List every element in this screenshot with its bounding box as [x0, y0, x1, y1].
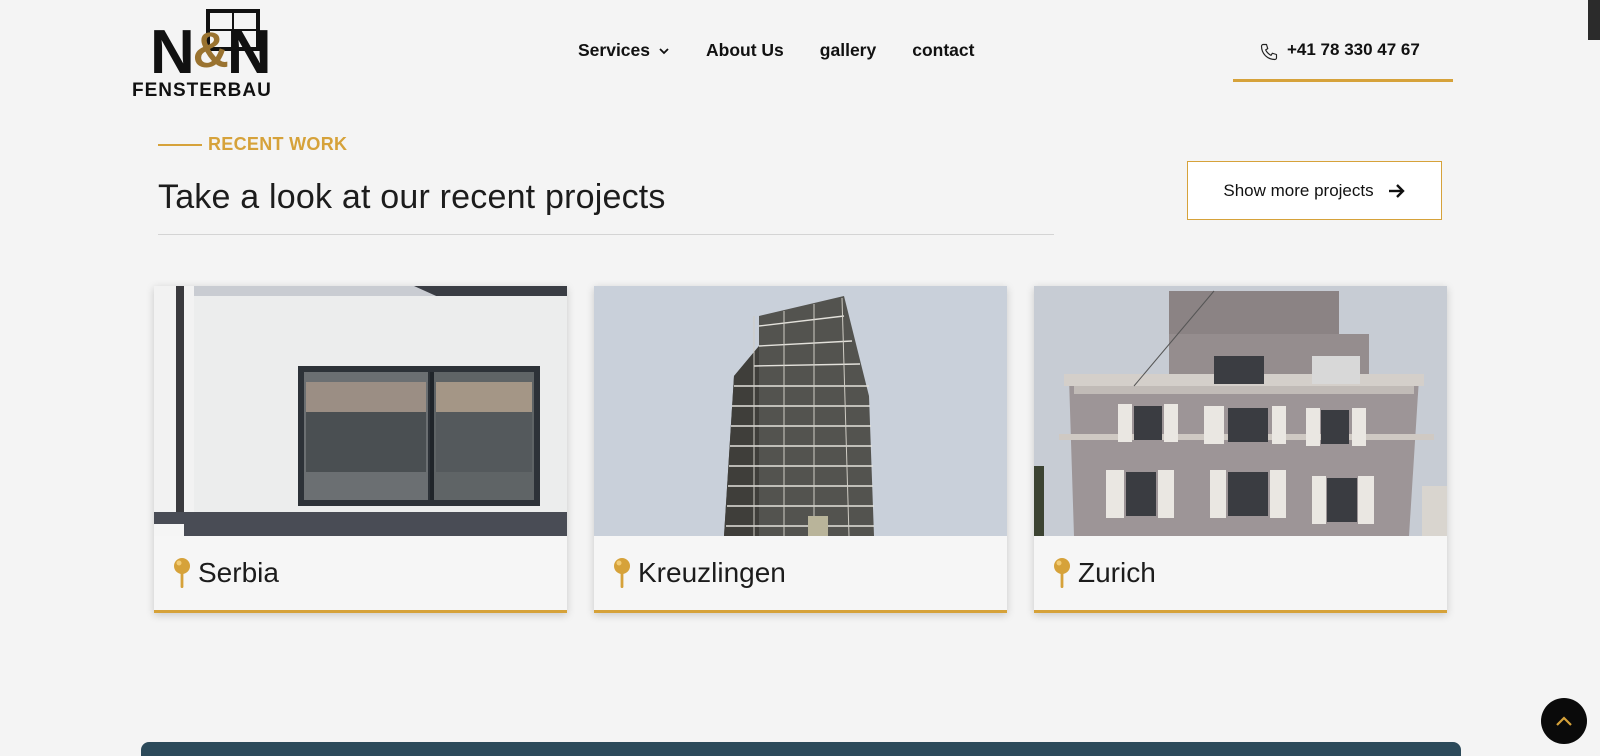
logo-mark: N&N — [150, 18, 272, 87]
button-label: Show more projects — [1223, 180, 1374, 200]
project-card-zurich[interactable]: Zurich — [1034, 286, 1447, 613]
phone-link[interactable]: +41 78 330 47 67 — [1233, 26, 1453, 82]
main-nav: Services About Us gallery contact — [578, 40, 1010, 61]
back-to-top-button[interactable] — [1541, 698, 1587, 744]
section-eyebrow: RECENT WORK — [158, 134, 347, 155]
project-image-kreuzlingen — [594, 286, 1007, 536]
scrollbar-thumb[interactable] — [1588, 0, 1600, 40]
brand-logo[interactable]: N&N FENSTERBAU — [132, 8, 330, 101]
project-label: Kreuzlingen — [594, 536, 1007, 610]
map-pin-icon — [614, 558, 630, 588]
project-location: Zurich — [1078, 557, 1156, 588]
nav-item-services[interactable]: Services — [578, 40, 670, 61]
eyebrow-text: RECENT WORK — [208, 134, 348, 154]
show-more-projects-button[interactable]: Show more projects — [1187, 161, 1442, 220]
footer-banner — [141, 742, 1461, 756]
map-pin-icon — [1054, 558, 1070, 588]
project-image-zurich — [1034, 286, 1447, 536]
map-pin-icon — [174, 558, 190, 588]
phone-number: +41 78 330 47 67 — [1287, 40, 1420, 59]
project-location: Serbia — [198, 557, 279, 588]
logo-subtitle: FENSTERBAU — [132, 80, 272, 101]
project-card-kreuzlingen[interactable]: Kreuzlingen — [594, 286, 1007, 613]
eyebrow-line — [158, 143, 202, 146]
project-label: Serbia — [154, 536, 567, 610]
project-label: Zurich — [1034, 536, 1447, 610]
chevron-up-icon — [1556, 716, 1572, 726]
nav-item-label: gallery — [819, 40, 877, 60]
project-cards: Serbia Kreuzlingen Zurich — [154, 286, 1447, 613]
project-card-serbia[interactable]: Serbia — [154, 286, 567, 613]
nav-item-gallery[interactable]: gallery — [820, 40, 876, 61]
arrow-right-icon — [1388, 183, 1405, 198]
nav-item-about-us[interactable]: About Us — [706, 40, 784, 61]
nav-item-label: About Us — [706, 40, 784, 60]
nav-item-label: contact — [912, 40, 975, 60]
chevron-down-icon — [659, 47, 669, 54]
project-image-serbia — [154, 286, 567, 536]
nav-item-label: Services — [578, 40, 651, 60]
project-location: Kreuzlingen — [638, 557, 786, 588]
section-title: Take a look at our recent projects — [158, 178, 666, 216]
nav-item-contact[interactable]: contact — [912, 40, 974, 61]
title-divider — [158, 234, 1054, 235]
phone-icon — [1260, 43, 1278, 61]
